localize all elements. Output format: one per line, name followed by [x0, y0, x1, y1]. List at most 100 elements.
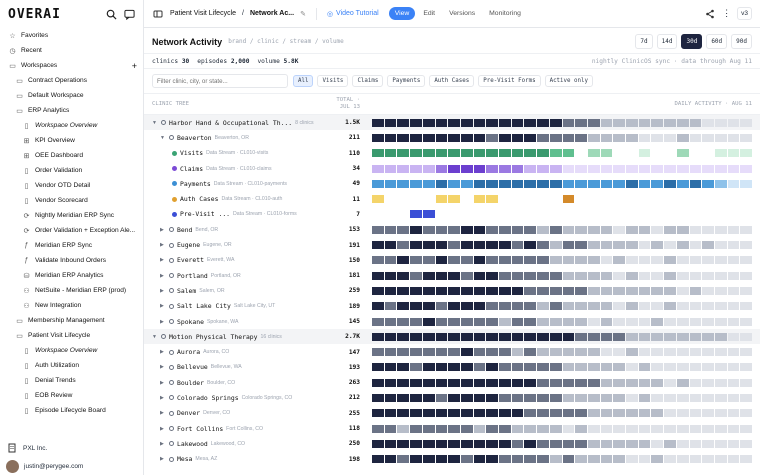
activity-cell[interactable]: [575, 210, 587, 219]
activity-cell[interactable]: [410, 455, 422, 464]
activity-cell[interactable]: [562, 164, 575, 173]
activity-cell[interactable]: [714, 286, 727, 295]
activity-cell[interactable]: [524, 164, 537, 173]
activity-cell[interactable]: [499, 164, 511, 173]
activity-cell[interactable]: [575, 439, 587, 448]
sidebar-item[interactable]: ƒ Validate Inbound Orders: [4, 253, 139, 268]
clinic-row[interactable]: ▶ Boulder Boulder, CO 263: [144, 375, 760, 390]
activity-cell[interactable]: [600, 133, 613, 142]
activity-cell[interactable]: [372, 164, 384, 173]
activity-cell[interactable]: [575, 363, 587, 372]
activity-cell[interactable]: [562, 302, 575, 311]
activity-cell[interactable]: [651, 317, 664, 326]
activity-cell[interactable]: [562, 118, 575, 127]
activity-cell[interactable]: [499, 149, 511, 158]
activity-cell[interactable]: [397, 393, 410, 402]
activity-cell[interactable]: [524, 332, 537, 341]
activity-cell[interactable]: [473, 363, 486, 372]
activity-cell[interactable]: [651, 302, 664, 311]
activity-cell[interactable]: [664, 286, 676, 295]
activity-cell[interactable]: [511, 393, 524, 402]
chevron-right-icon[interactable]: ▶: [160, 288, 166, 294]
activity-cell[interactable]: [422, 118, 435, 127]
activity-cell[interactable]: [397, 179, 410, 188]
activity-cell[interactable]: [562, 363, 575, 372]
activity-cell[interactable]: [486, 317, 499, 326]
activity-cell[interactable]: [702, 332, 714, 341]
activity-cell[interactable]: [473, 118, 486, 127]
activity-cell[interactable]: [587, 241, 600, 250]
activity-cell[interactable]: [740, 286, 753, 295]
activity-cell[interactable]: [486, 256, 499, 265]
activity-cell[interactable]: [626, 409, 638, 418]
sidebar-item[interactable]: ▭ Patient Visit Lifecycle: [4, 328, 139, 343]
activity-cell[interactable]: [422, 271, 435, 280]
activity-cell[interactable]: [511, 302, 524, 311]
activity-cell[interactable]: [448, 393, 460, 402]
activity-cell[interactable]: [473, 409, 486, 418]
activity-cell[interactable]: [372, 363, 384, 372]
clinic-row[interactable]: ▶ Aurora Aurora, CO 147: [144, 344, 760, 359]
activity-cell[interactable]: [613, 271, 626, 280]
activity-cell[interactable]: [524, 286, 537, 295]
activity-cell[interactable]: [499, 271, 511, 280]
activity-cell[interactable]: [626, 164, 638, 173]
activity-cell[interactable]: [626, 210, 638, 219]
activity-cell[interactable]: [524, 210, 537, 219]
activity-cell[interactable]: [676, 393, 689, 402]
activity-cell[interactable]: [714, 179, 727, 188]
activity-cell[interactable]: [448, 302, 460, 311]
filter-chip[interactable]: Visits: [317, 75, 349, 87]
activity-cell[interactable]: [676, 348, 689, 357]
activity-cell[interactable]: [714, 348, 727, 357]
activity-cell[interactable]: [435, 378, 448, 387]
activity-cell[interactable]: [397, 133, 410, 142]
activity-cell[interactable]: [410, 393, 422, 402]
activity-cell[interactable]: [537, 118, 549, 127]
activity-cell[interactable]: [537, 393, 549, 402]
activity-cell[interactable]: [384, 332, 397, 341]
activity-cell[interactable]: [727, 317, 740, 326]
activity-cell[interactable]: [410, 271, 422, 280]
stream-row[interactable]: Auth Cases Data Stream · CL010-auth 11: [144, 191, 760, 206]
activity-cell[interactable]: [460, 256, 473, 265]
activity-cell[interactable]: [422, 286, 435, 295]
activity-cell[interactable]: [372, 149, 384, 158]
activity-cell[interactable]: [600, 241, 613, 250]
activity-cell[interactable]: [384, 455, 397, 464]
activity-cell[interactable]: [740, 439, 753, 448]
activity-cell[interactable]: [562, 424, 575, 433]
search-icon[interactable]: [105, 8, 117, 20]
activity-cell[interactable]: [460, 195, 473, 204]
activity-cell[interactable]: [460, 271, 473, 280]
activity-cell[interactable]: [384, 439, 397, 448]
activity-cell[interactable]: [499, 409, 511, 418]
activity-cell[interactable]: [613, 363, 626, 372]
activity-cell[interactable]: [740, 241, 753, 250]
activity-cell[interactable]: [372, 271, 384, 280]
sidebar-item[interactable]: ⛁ Meridian ERP Analytics: [4, 268, 139, 283]
clinic-row[interactable]: ▶ Bend Bend, OR 153: [144, 222, 760, 237]
activity-cell[interactable]: [689, 455, 702, 464]
activity-cell[interactable]: [587, 195, 600, 204]
activity-cell[interactable]: [422, 455, 435, 464]
activity-cell[interactable]: [372, 302, 384, 311]
activity-cell[interactable]: [384, 210, 397, 219]
activity-cell[interactable]: [511, 149, 524, 158]
activity-cell[interactable]: [511, 348, 524, 357]
activity-cell[interactable]: [435, 348, 448, 357]
activity-cell[interactable]: [372, 317, 384, 326]
activity-cell[interactable]: [689, 179, 702, 188]
sidebar-item[interactable]: ▯ EOB Review: [4, 388, 139, 403]
activity-cell[interactable]: [397, 424, 410, 433]
activity-cell[interactable]: [626, 455, 638, 464]
activity-cell[interactable]: [714, 271, 727, 280]
activity-cell[interactable]: [587, 149, 600, 158]
activity-cell[interactable]: [626, 317, 638, 326]
activity-cell[interactable]: [613, 439, 626, 448]
activity-cell[interactable]: [562, 439, 575, 448]
activity-cell[interactable]: [448, 164, 460, 173]
activity-cell[interactable]: [727, 424, 740, 433]
activity-cell[interactable]: [664, 195, 676, 204]
activity-cell[interactable]: [435, 195, 448, 204]
